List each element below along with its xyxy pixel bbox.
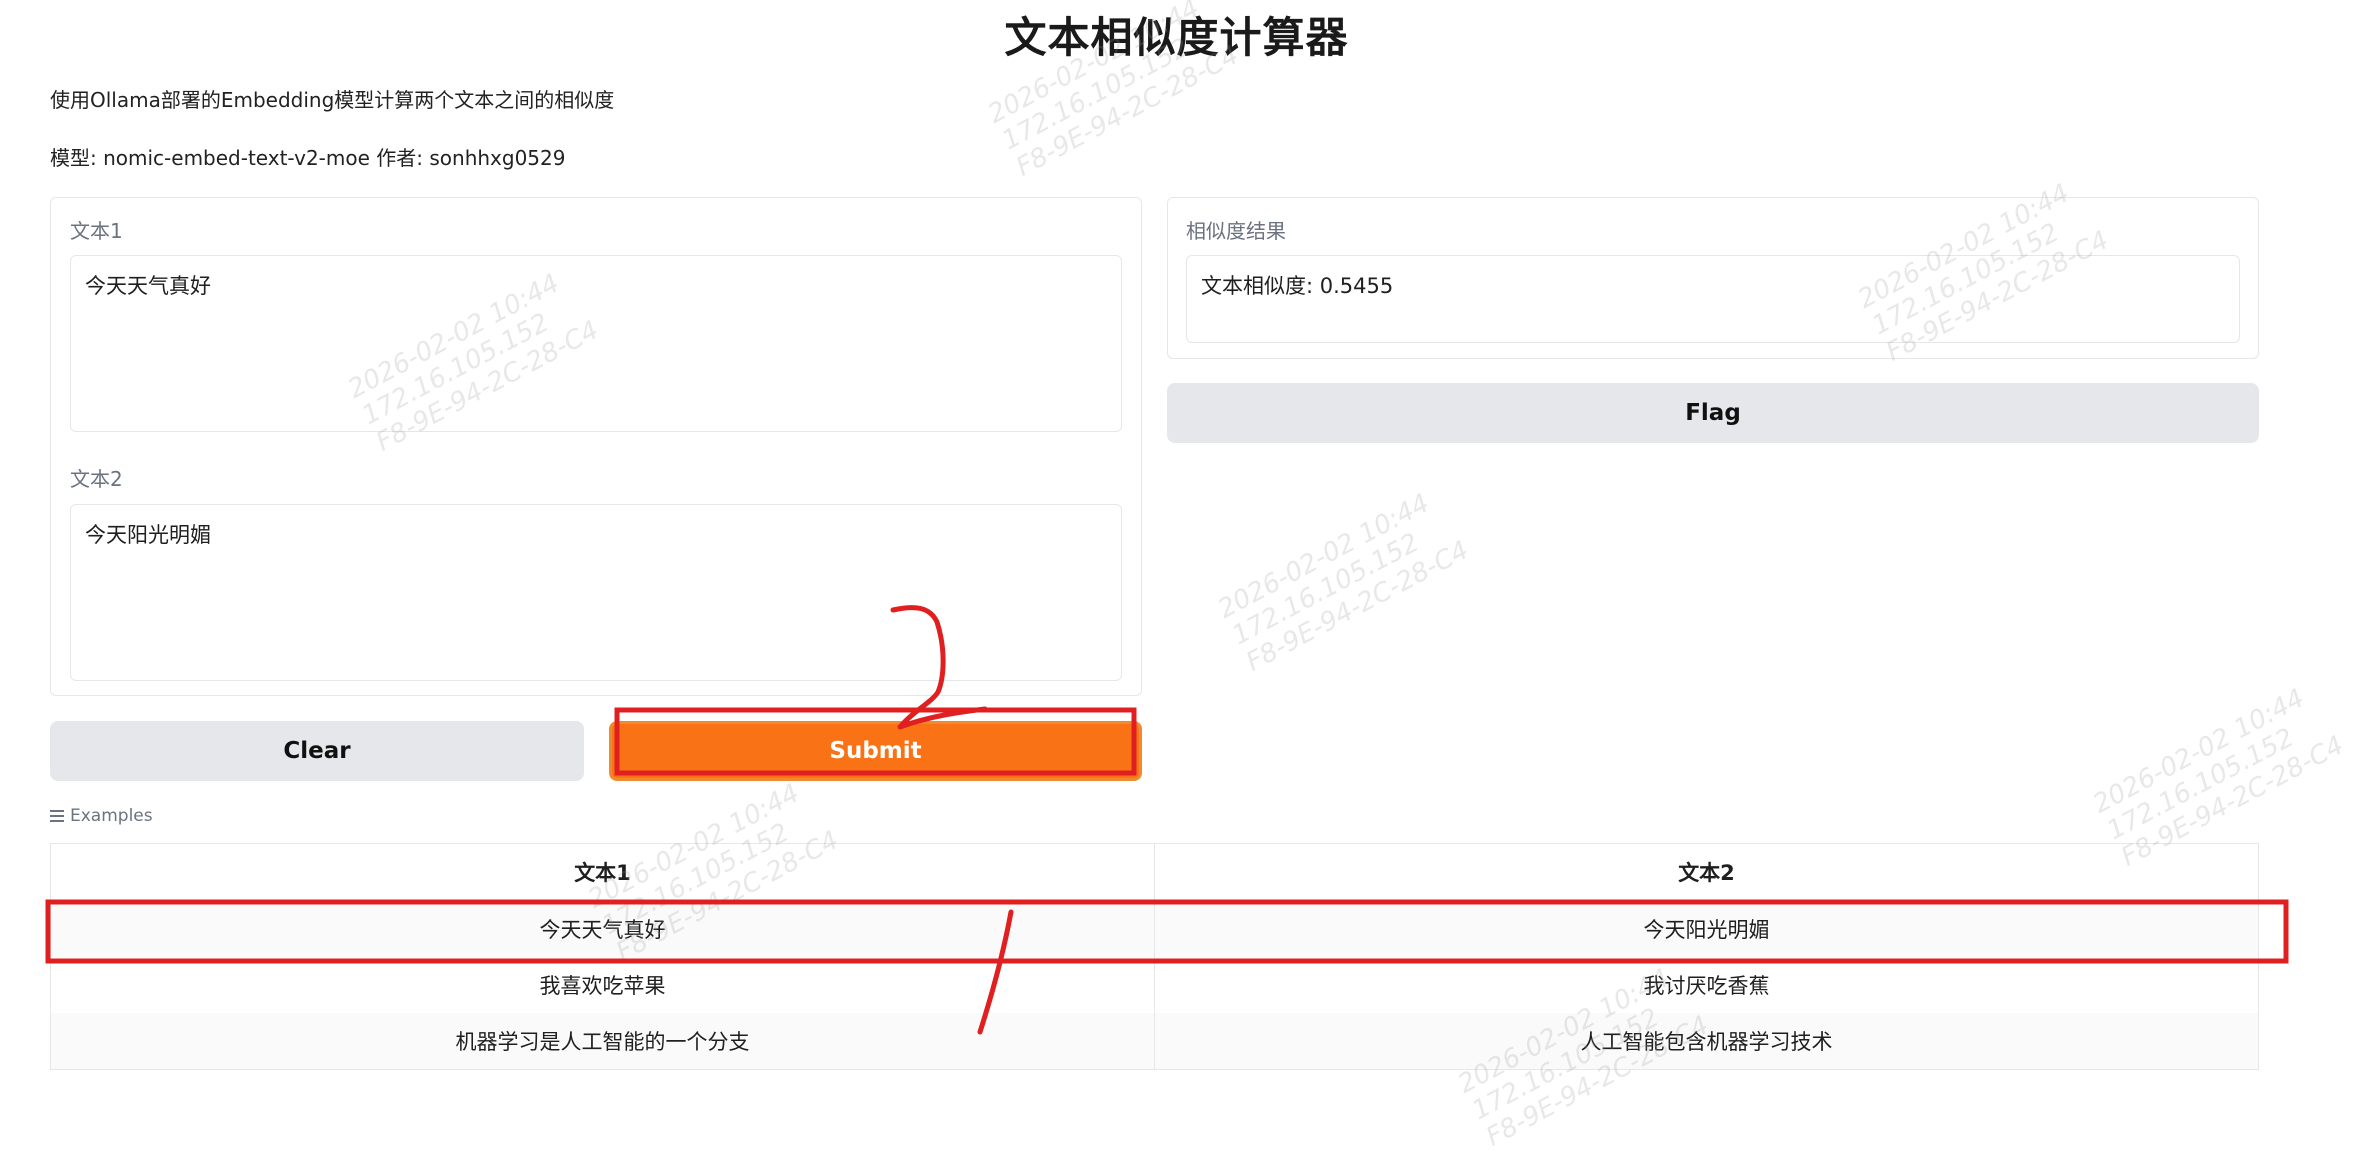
watermark: 2026-02-02 10:44 172.16.105.152 F8-9E-94… bbox=[1213, 482, 1473, 677]
example-cell-text1[interactable]: 今天天气真好 bbox=[50, 900, 1155, 957]
example-cell-text1[interactable]: 机器学习是人工智能的一个分支 bbox=[50, 1013, 1155, 1070]
similarity-result-output[interactable]: 文本相似度: 0.5455 bbox=[1186, 255, 2240, 343]
input-panel: 文本1 今天天气真好 文本2 今天阳光明媚 bbox=[50, 197, 1142, 696]
page-title: 文本相似度计算器 bbox=[1004, 13, 1349, 62]
flag-button[interactable]: Flag bbox=[1167, 383, 2259, 443]
example-cell-text2[interactable]: 今天阳光明媚 bbox=[1154, 900, 2259, 957]
examples-label: Examples bbox=[70, 806, 153, 826]
watermark-ip: 172.16.105.152 bbox=[1227, 527, 1425, 652]
examples-header: Examples bbox=[50, 806, 153, 826]
text2-label: 文本2 bbox=[70, 467, 123, 491]
column-header-text2: 文本2 bbox=[1154, 843, 2259, 901]
examples-table: 文本1 文本2 今天天气真好 今天阳光明媚 我喜欢吃苹果 我讨厌吃香蕉 机器学习… bbox=[50, 843, 2259, 1070]
clear-button[interactable]: Clear bbox=[50, 721, 584, 781]
examples-header-row: 文本1 文本2 bbox=[50, 843, 2259, 901]
submit-button[interactable]: Submit bbox=[609, 721, 1142, 781]
output-panel: 相似度结果 文本相似度: 0.5455 bbox=[1167, 197, 2259, 359]
example-row[interactable]: 机器学习是人工智能的一个分支 人工智能包含机器学习技术 bbox=[50, 1013, 2259, 1070]
text1-label: 文本1 bbox=[70, 219, 123, 243]
example-row[interactable]: 今天天气真好 今天阳光明媚 bbox=[50, 900, 2259, 957]
column-header-text1: 文本1 bbox=[50, 843, 1155, 901]
watermark-date: 2026-02-02 10:44 bbox=[2088, 683, 2310, 820]
similarity-result-label: 相似度结果 bbox=[1186, 219, 1286, 243]
page-description: 使用Ollama部署的Embedding模型计算两个文本之间的相似度 bbox=[50, 88, 615, 112]
list-icon bbox=[50, 810, 64, 822]
example-row[interactable]: 我喜欢吃苹果 我讨厌吃香蕉 bbox=[50, 957, 2259, 1013]
example-cell-text1[interactable]: 我喜欢吃苹果 bbox=[50, 957, 1155, 1013]
model-info: 模型: nomic-embed-text-v2-moe 作者: sonhhxg0… bbox=[50, 146, 566, 170]
watermark-date: 2026-02-02 10:44 bbox=[1213, 488, 1435, 625]
example-cell-text2[interactable]: 我讨厌吃香蕉 bbox=[1154, 957, 2259, 1013]
example-cell-text2[interactable]: 人工智能包含机器学习技术 bbox=[1154, 1013, 2259, 1070]
watermark-mac: F8-9E-94-2C-28-C4 bbox=[1241, 535, 1474, 678]
text1-input[interactable]: 今天天气真好 bbox=[70, 255, 1122, 432]
watermark-ip: 172.16.105.152 bbox=[2102, 722, 2300, 847]
text2-input[interactable]: 今天阳光明媚 bbox=[70, 504, 1122, 681]
